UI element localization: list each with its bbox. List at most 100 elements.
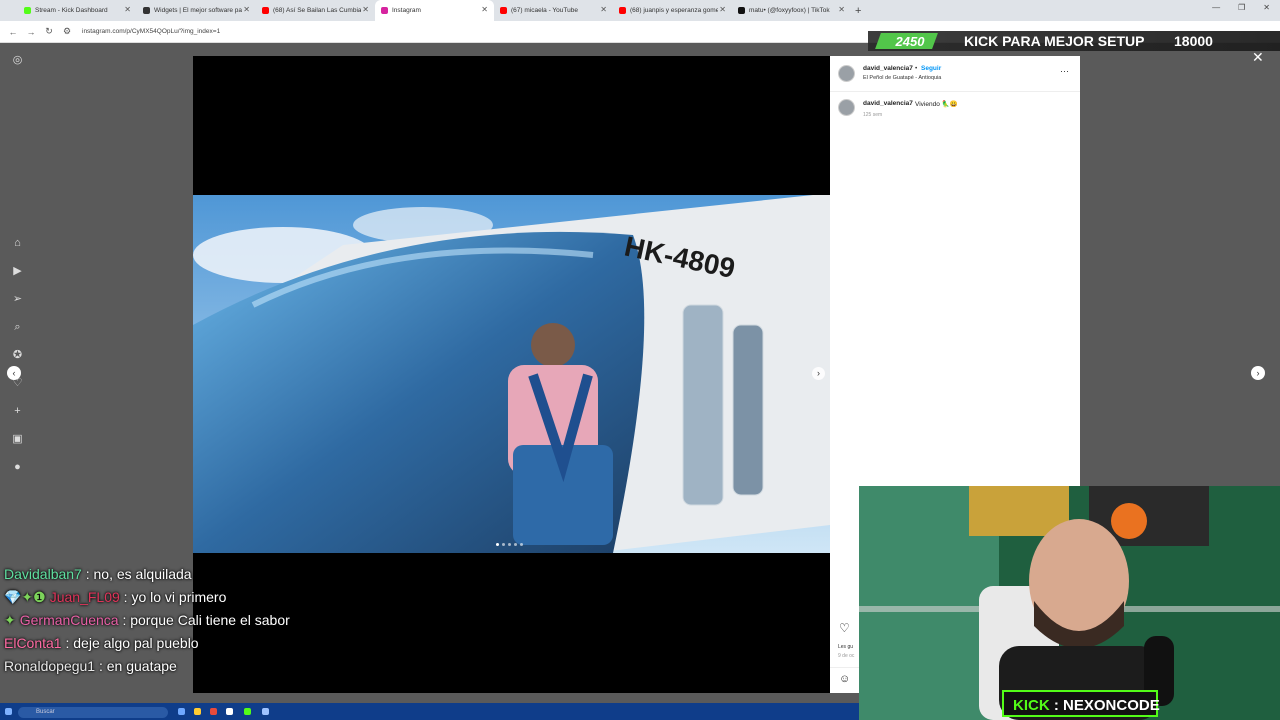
chat-text: : deje algo pal pueblo bbox=[61, 635, 199, 651]
previous-post-button[interactable]: ‹ bbox=[7, 366, 21, 380]
close-icon[interactable]: ✕ bbox=[1252, 49, 1264, 66]
taskbar-app-icon[interactable] bbox=[178, 708, 185, 715]
tab-title: Widgets | El mejor software par bbox=[154, 7, 242, 14]
maximize-icon[interactable]: ❐ bbox=[1238, 3, 1245, 12]
taskbar-search[interactable]: Buscar bbox=[18, 707, 168, 718]
channel-badge: KICK : NEXONCODE bbox=[1002, 690, 1160, 717]
more-options-icon[interactable]: ··· bbox=[1060, 66, 1069, 76]
create-icon[interactable]: + bbox=[11, 405, 24, 418]
tab-title: Stream - Kick Dashboard bbox=[35, 7, 108, 14]
new-tab-button[interactable]: + bbox=[855, 5, 861, 17]
webcam-feed bbox=[859, 486, 1280, 720]
tab-favicon-icon bbox=[619, 7, 626, 14]
tab-title: (67) micaela - YouTube bbox=[511, 7, 578, 14]
badge-channel-name: NEXONCODE bbox=[1063, 697, 1160, 714]
chat-username: ElConta1 bbox=[4, 635, 62, 651]
tab-title: (68) Así Se Bailan Las Cumbias bbox=[273, 7, 361, 14]
follow-button[interactable]: Seguir bbox=[921, 65, 941, 72]
tab-favicon-icon bbox=[143, 7, 150, 14]
tab-favicon-icon bbox=[262, 7, 269, 14]
browser-tab[interactable]: (68) Así Se Bailan Las Cumbias ✕ bbox=[256, 0, 375, 21]
messages-icon[interactable]: ➢ bbox=[11, 293, 24, 306]
tab-close-icon[interactable]: ✕ bbox=[600, 5, 607, 14]
tab-title: matu• (@foxyyfoox) | TikTok bbox=[749, 7, 830, 14]
post-photo[interactable]: HK-4809 bbox=[193, 195, 830, 553]
helicopter-photo: HK-4809 bbox=[193, 195, 830, 553]
badge-separator: : bbox=[1053, 697, 1059, 714]
url-field[interactable]: instagram.com/p/CyMX54QOpLu/?img_index=1 bbox=[82, 28, 220, 35]
browser-tab-bar: Stream - Kick Dashboard ✕ Widgets | El mej… bbox=[0, 0, 1280, 21]
taskbar-app-icon[interactable] bbox=[244, 708, 251, 715]
browser-tab[interactable]: Stream - Kick Dashboard ✕ bbox=[18, 0, 137, 21]
dashboard-icon[interactable]: ▣ bbox=[11, 433, 24, 446]
post-username[interactable]: david_valencia7 bbox=[863, 65, 913, 72]
tab-close-icon[interactable]: ✕ bbox=[719, 5, 726, 14]
search-icon[interactable]: ⌕ bbox=[11, 321, 24, 334]
explore-icon[interactable]: ✪ bbox=[11, 349, 24, 362]
streamer-image bbox=[859, 486, 1280, 720]
caption-time: 125 sem bbox=[863, 112, 883, 118]
tab-close-icon[interactable]: ✕ bbox=[481, 5, 488, 14]
taskbar-app-icon[interactable] bbox=[226, 708, 233, 715]
chat-message: 💎✦❶ Juan_FL09 : yo lo vi primero bbox=[4, 586, 294, 609]
chat-message: ✦ GermanCuenca : porque Cali tiene el sab… bbox=[4, 609, 294, 632]
taskbar-app-icon[interactable] bbox=[194, 708, 201, 715]
caption-username[interactable]: david_valencia7 bbox=[863, 100, 913, 107]
browser-tab[interactable]: (67) micaela - YouTube ✕ bbox=[494, 0, 613, 21]
instagram-logo-icon[interactable]: ◎ bbox=[11, 54, 24, 67]
like-icon[interactable]: ♡ bbox=[839, 621, 850, 635]
tab-favicon-icon bbox=[381, 7, 388, 14]
carousel-dot bbox=[514, 543, 517, 546]
separator-dot: • bbox=[915, 65, 918, 72]
goal-message: KICK PARA MEJOR SETUP bbox=[964, 33, 1145, 49]
chat-message: Davidalban7 : no, es alquilada bbox=[4, 563, 294, 586]
minimize-icon[interactable]: — bbox=[1212, 3, 1220, 12]
forward-icon[interactable]: → bbox=[26, 27, 36, 37]
goal-current: 2450 bbox=[895, 34, 925, 49]
emoji-icon[interactable]: ☺ bbox=[839, 673, 850, 685]
chat-text: : yo lo vi primero bbox=[119, 589, 227, 605]
post-date: 9 de oc bbox=[838, 653, 855, 659]
browser-tab[interactable]: matu• (@foxyyfoox) | TikTok ✕ bbox=[732, 0, 851, 21]
goal-target: 18000 bbox=[1174, 33, 1213, 49]
caption-avatar[interactable] bbox=[838, 99, 855, 116]
tab-title: Instagram bbox=[392, 7, 421, 14]
carousel-dot bbox=[502, 543, 505, 546]
tab-close-icon[interactable]: ✕ bbox=[362, 5, 369, 14]
tab-close-icon[interactable]: ✕ bbox=[243, 5, 250, 14]
reels-icon[interactable]: ▶ bbox=[11, 265, 24, 278]
os-taskbar: Buscar bbox=[0, 703, 859, 720]
chat-username: Ronaldopegu1 bbox=[4, 658, 96, 674]
browser-tab[interactable]: Widgets | El mejor software par ✕ bbox=[137, 0, 256, 21]
next-image-button[interactable]: › bbox=[812, 367, 825, 380]
avatar[interactable] bbox=[838, 65, 855, 82]
badge-prefix: KICK bbox=[1013, 697, 1050, 714]
chat-message: ElConta1 : deje algo pal pueblo bbox=[4, 632, 294, 655]
carousel-dot bbox=[520, 543, 523, 546]
post-location[interactable]: El Peñol de Guatapé - Antioquia bbox=[863, 75, 941, 81]
home-icon[interactable]: ⌂ bbox=[11, 237, 24, 250]
tab-close-icon[interactable]: ✕ bbox=[838, 5, 845, 14]
browser-tab[interactable]: Instagram ✕ bbox=[375, 0, 494, 21]
taskbar-app-icon[interactable] bbox=[210, 708, 217, 715]
chat-username: GermanCuenca bbox=[19, 612, 119, 628]
chat-text: : porque Cali tiene el sabor bbox=[118, 612, 290, 628]
next-post-button[interactable]: › bbox=[1251, 366, 1265, 380]
taskbar-app-icon[interactable] bbox=[262, 708, 269, 715]
stream-chat: Davidalban7 : no, es alquilada 💎✦❶ Juan_FL… bbox=[4, 563, 294, 678]
tab-close-icon[interactable]: ✕ bbox=[124, 5, 131, 14]
start-icon[interactable] bbox=[5, 708, 12, 715]
browser-tab[interactable]: (68) juanpis y esperanza gomez ✕ bbox=[613, 0, 732, 21]
carousel-dot bbox=[508, 543, 511, 546]
chat-badges: 💎✦❶ bbox=[4, 589, 46, 605]
site-info-icon[interactable]: ⚙ bbox=[62, 26, 72, 37]
profile-icon[interactable]: ● bbox=[11, 461, 24, 474]
post-header: david_valencia7 • Seguir El Peñol de Gua… bbox=[830, 56, 1080, 92]
tab-favicon-icon bbox=[24, 7, 31, 14]
caption-text: Viviendo 🦜😀 bbox=[915, 101, 958, 108]
chat-text: : en guatape bbox=[95, 658, 177, 674]
close-window-icon[interactable]: ✕ bbox=[1263, 3, 1270, 12]
back-icon[interactable]: ← bbox=[8, 27, 18, 37]
tab-title: (68) juanpis y esperanza gomez bbox=[630, 7, 718, 14]
reload-icon[interactable]: ↻ bbox=[44, 26, 54, 37]
